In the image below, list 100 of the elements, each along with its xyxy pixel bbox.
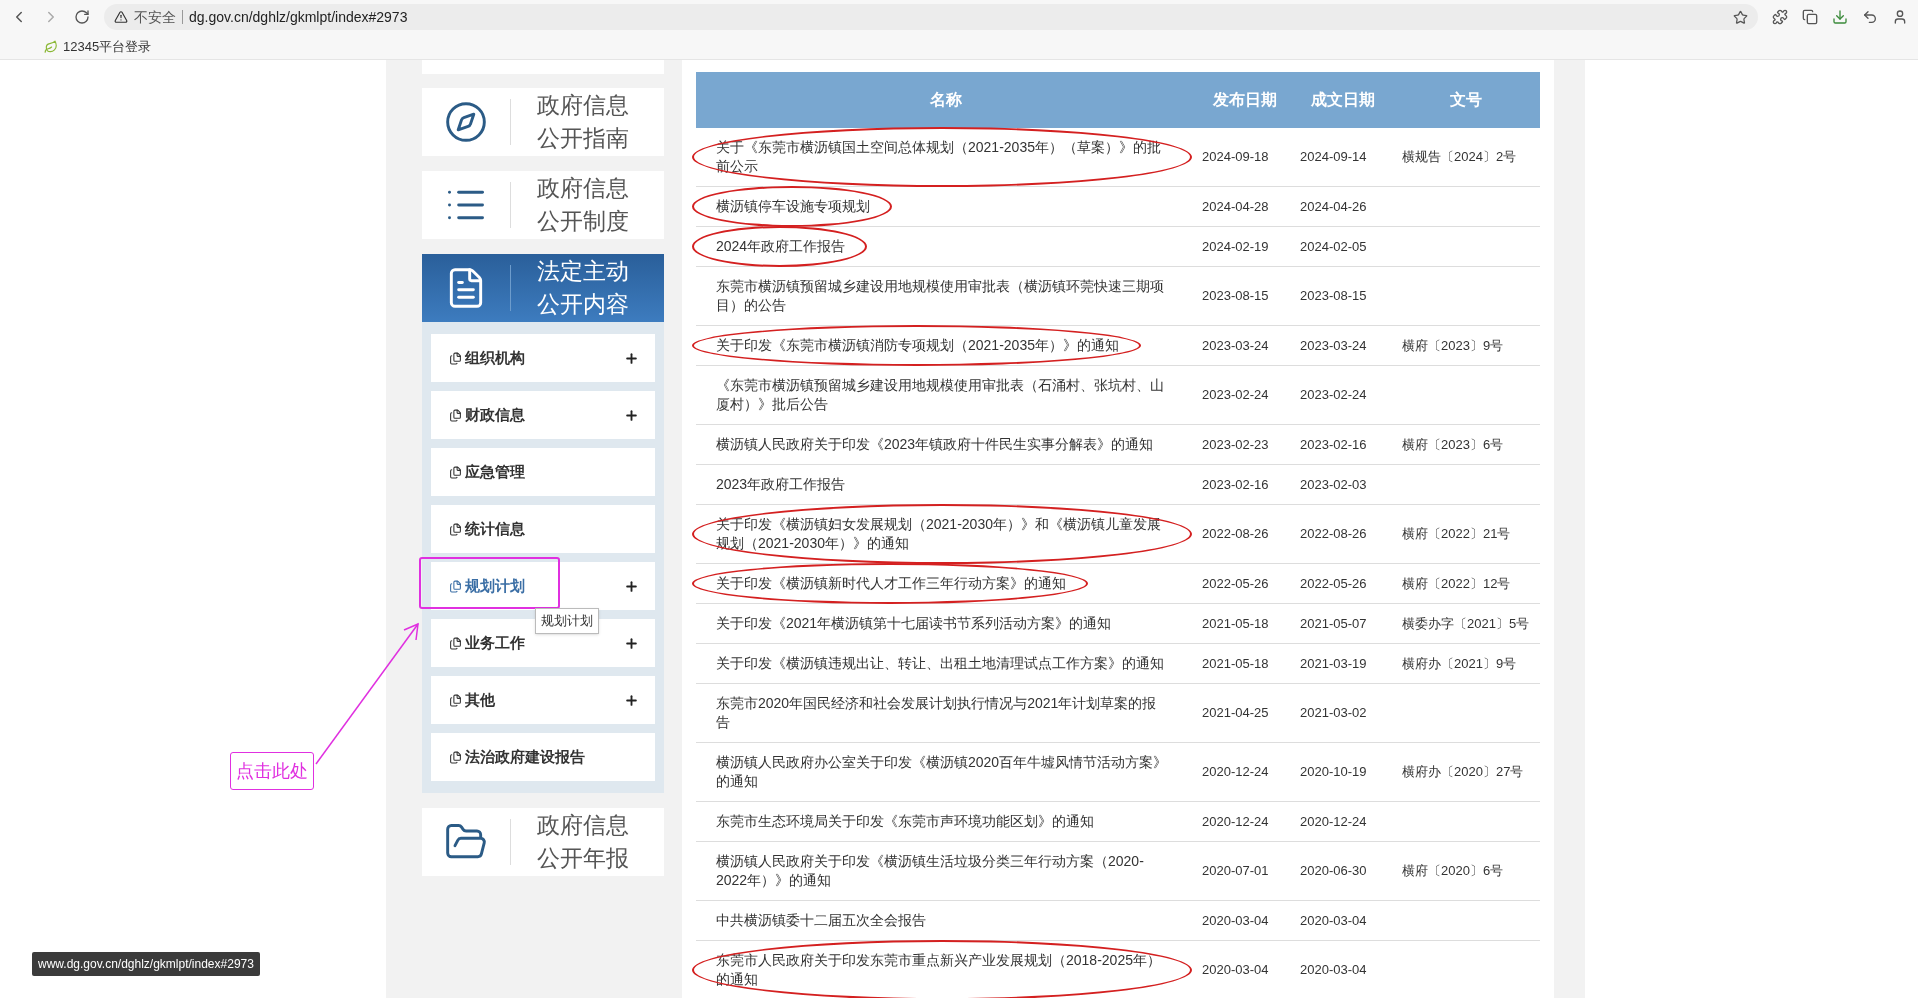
expand-icon[interactable] (624, 578, 639, 594)
document-link[interactable]: 2024年政府工作报告 (716, 237, 846, 256)
expand-icon[interactable] (624, 692, 639, 708)
document-link[interactable]: 关于印发《横沥镇新时代人才工作三年行动方案》的通知 (716, 574, 1066, 593)
table-cell: 2020-06-30 (1300, 863, 1367, 879)
table-cell: 2020-03-04 (1300, 962, 1367, 978)
table-cell: 2021-05-07 (1300, 615, 1367, 631)
bookmark[interactable]: 12345平台登录 (44, 36, 152, 57)
table-cell: 横府〔2020〕6号 (1402, 863, 1504, 879)
table-cell: 2021-03-02 (1300, 705, 1367, 721)
document-link[interactable]: 关于印发《横沥镇违规出让、转让、出租土地清理试点工作方案》的通知 (716, 654, 1164, 673)
document-icon (449, 636, 462, 650)
security-label: 不安全 (134, 7, 176, 27)
document-link[interactable]: 横沥镇停车设施专项规划 (716, 197, 870, 216)
sidebar-card[interactable]: 政府信息 公开指南 (422, 88, 664, 156)
reload-icon[interactable] (74, 9, 90, 25)
table-cell: 2021-05-18 (1202, 615, 1269, 631)
star-icon[interactable] (1733, 9, 1748, 25)
table-cell: 2020-07-01 (1202, 863, 1269, 879)
card-title-line: 公开指南 (537, 124, 629, 153)
document-link[interactable]: 横沥镇人民政府办公室关于印发《横沥镇2020百年牛墟风情节活动方案》的通知 (716, 753, 1170, 791)
document-link[interactable]: 东莞市2020年国民经济和社会发展计划执行情况与2021年计划草案的报告 (716, 694, 1170, 732)
table-cell: 2022-05-26 (1202, 575, 1269, 591)
table-cell: 2023-03-24 (1202, 337, 1269, 353)
document-link[interactable]: 2023年政府工作报告 (716, 475, 846, 494)
submenu-item[interactable]: 规划计划 (431, 562, 655, 610)
column-header: 名称 (929, 90, 963, 110)
document-link[interactable]: 横沥镇人民政府关于印发《横沥镇生活垃圾分类三年行动方案（2020-2022年）》的通知 (716, 852, 1170, 890)
table-cell: 横府〔2022〕21号 (1402, 526, 1511, 542)
table-cell: 2024-02-19 (1202, 238, 1269, 254)
card-title-line: 法定主动 (537, 257, 629, 286)
table-cell: 2024-04-28 (1202, 198, 1269, 214)
table-cell: 2023-08-15 (1300, 288, 1367, 304)
submenu-label: 应急管理 (465, 461, 525, 482)
document-icon (449, 351, 462, 365)
submenu-item[interactable]: 统计信息 (431, 505, 655, 553)
document-link[interactable]: 东莞市生态环境局关于印发《东莞市声环境功能区划》的通知 (716, 812, 1094, 831)
document-link[interactable]: 《东莞市横沥镇预留城乡建设用地规模使用审批表（石涌村、张坑村、山厦村）》批后公告 (716, 376, 1170, 414)
table-cell: 2023-03-24 (1300, 337, 1367, 353)
card-title-line: 政府信息 (537, 91, 629, 120)
profile-icon[interactable] (1892, 9, 1908, 25)
table-cell: 2021-05-18 (1202, 655, 1269, 671)
document-icon (449, 750, 462, 764)
table-cell: 2023-02-03 (1300, 476, 1367, 492)
submenu-label: 其他 (465, 689, 495, 710)
submenu-item[interactable]: 其他 (431, 676, 655, 724)
callout-label: 点击此处 (230, 752, 314, 790)
table-cell: 横府〔2023〕6号 (1402, 436, 1504, 452)
table-cell: 2020-10-19 (1300, 764, 1367, 780)
expand-icon[interactable] (624, 350, 639, 366)
url-text: dg.gov.cn/dghlz/gkmlpt/index#2973 (189, 7, 408, 27)
warning-icon (114, 10, 128, 24)
table-cell: 横府〔2022〕12号 (1402, 575, 1511, 591)
sidebar-card[interactable]: 政府信息 公开年报 (422, 808, 664, 876)
submenu-item[interactable]: 财政信息 (431, 391, 655, 439)
document-link[interactable]: 中共横沥镇委十二届五次全会报告 (716, 911, 926, 930)
document-icon (449, 465, 462, 479)
submenu-label: 法治政府建设报告 (465, 746, 585, 767)
document-link[interactable]: 关于《东莞市横沥镇国土空间总体规划（2021-2035年）（草案）》的批前公示 (716, 138, 1170, 176)
table-cell: 2023-02-24 (1202, 387, 1269, 403)
submenu-item[interactable]: 组织机构 (431, 334, 655, 382)
download-icon[interactable] (1832, 9, 1848, 25)
document-icon (449, 408, 462, 422)
table-cell: 2020-03-04 (1202, 962, 1269, 978)
table-cell: 2023-02-23 (1202, 436, 1269, 452)
submenu-item[interactable]: 应急管理 (431, 448, 655, 496)
table-cell: 2022-08-26 (1300, 526, 1367, 542)
table-cell: 2023-02-16 (1202, 476, 1269, 492)
undo-icon[interactable] (1862, 9, 1878, 25)
table-cell: 横府办〔2021〕9号 (1402, 655, 1517, 671)
document-link[interactable]: 横沥镇人民政府关于印发《2023年镇政府十件民生实事分解表》的通知 (716, 435, 1154, 454)
expand-icon[interactable] (624, 407, 639, 423)
sidebar-card[interactable]: 法定主动 公开内容 (422, 254, 664, 322)
table-cell: 2020-12-24 (1202, 813, 1269, 829)
column-header: 文号 (1449, 90, 1483, 110)
table-cell: 2020-12-24 (1300, 813, 1367, 829)
table-cell: 2022-08-26 (1202, 526, 1269, 542)
submenu-item[interactable]: 法治政府建设报告 (431, 733, 655, 781)
table-cell: 2020-03-04 (1300, 912, 1367, 928)
address-bar[interactable]: 不安全 dg.gov.cn/dghlz/gkmlpt/index#2973 (104, 4, 1758, 30)
table-cell: 2023-08-15 (1202, 288, 1269, 304)
compass-icon (444, 100, 488, 144)
document-link[interactable]: 关于印发《东莞市横沥镇消防专项规划（2021-2035年）》的通知 (716, 336, 1119, 355)
column-header: 发布日期 (1212, 90, 1278, 110)
status-url: www.dg.gov.cn/dghlz/gkmlpt/index#2973 (32, 952, 260, 976)
table-cell: 2020-03-04 (1202, 912, 1269, 928)
submenu-label: 财政信息 (465, 404, 525, 425)
sidebar-card[interactable]: 政府信息 公开制度 (422, 171, 664, 239)
tabs-icon[interactable] (1802, 9, 1818, 25)
submenu-label: 规划计划 (465, 575, 525, 596)
card-title-line: 政府信息 (537, 174, 629, 203)
card-title-line: 公开制度 (537, 207, 629, 236)
document-link[interactable]: 关于印发《2021年横沥镇第十七届读书节系列活动方案》的通知 (716, 614, 1112, 633)
extension-icon[interactable] (1772, 9, 1788, 25)
document-link[interactable]: 东莞市横沥镇预留城乡建设用地规模使用审批表（横沥镇环莞快速三期项目）的公告 (716, 277, 1170, 315)
card-title-line: 政府信息 (537, 811, 629, 840)
submenu-label: 组织机构 (465, 347, 525, 368)
table-cell: 2020-12-24 (1202, 764, 1269, 780)
table-cell: 2021-04-25 (1202, 705, 1269, 721)
expand-icon[interactable] (624, 635, 639, 651)
